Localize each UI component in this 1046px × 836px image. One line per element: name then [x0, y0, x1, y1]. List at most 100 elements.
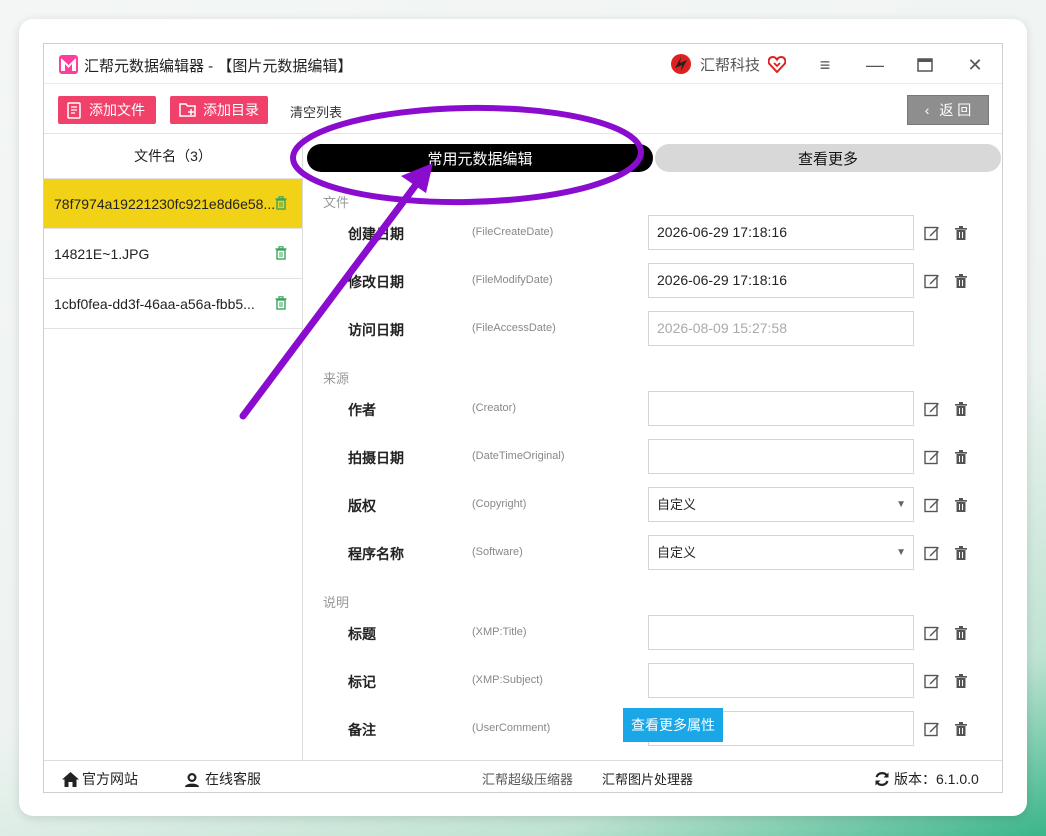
creator-input[interactable]: [648, 391, 914, 426]
file-name: 14821E~1.JPG: [54, 246, 150, 262]
software-select-value: 自定义: [657, 545, 697, 560]
home-icon: [62, 771, 79, 787]
add-file-icon: [67, 101, 81, 119]
app-window: 汇帮元数据编辑器 - 【图片元数据编辑】 汇帮科技 ≡ — ✕ 添加文件 添加目…: [43, 43, 1003, 793]
edit-icon[interactable]: [924, 225, 940, 241]
refresh-icon[interactable]: [874, 771, 890, 787]
field-label-create-date: 创建日期: [348, 226, 404, 242]
datetime-original-input[interactable]: [648, 439, 914, 474]
field-key-title: (XMP:Title): [472, 626, 527, 638]
field-key-access-date: (FileAccessDate): [472, 322, 556, 334]
section-source: 来源: [323, 371, 350, 386]
close-button[interactable]: ✕: [964, 54, 986, 76]
copyright-select[interactable]: 自定义 ▼: [648, 487, 914, 522]
trash-icon[interactable]: [953, 225, 969, 241]
trash-icon[interactable]: [953, 449, 969, 465]
file-list-item[interactable]: 78f7974a19221230fc921e8d6e58...: [44, 178, 302, 228]
version-number: 6.1.0.0: [936, 771, 979, 787]
toolbar: 添加文件 添加目录 清空列表 ‹ 返 回: [44, 85, 1002, 134]
dropdown-arrow-icon: ▼: [896, 547, 906, 558]
field-label-subject: 标记: [348, 674, 376, 690]
field-label-datetime-original: 拍摄日期: [348, 450, 404, 466]
trash-icon[interactable]: [953, 273, 969, 289]
copyright-select-value: 自定义: [657, 497, 697, 512]
trash-icon[interactable]: [275, 246, 287, 260]
customer-service-icon: [185, 772, 199, 787]
modify-date-input[interactable]: 2026-06-29 17:18:16: [648, 263, 914, 298]
tab-view-more[interactable]: 查看更多: [655, 144, 1001, 172]
field-label-access-date: 访问日期: [348, 322, 404, 338]
section-file: 文件: [323, 195, 350, 210]
app-logo-icon: [59, 55, 78, 74]
file-list: 文件名（3） 78f7974a19221230fc921e8d6e58... 1…: [44, 135, 303, 760]
brand: 汇帮科技: [670, 52, 787, 76]
trash-icon[interactable]: [953, 625, 969, 641]
view-more-properties-button[interactable]: 查看更多属性: [623, 708, 723, 742]
chevron-left-icon: ‹: [924, 102, 930, 118]
back-label: 返 回: [939, 102, 972, 118]
field-label-software: 程序名称: [348, 546, 404, 562]
version-label: 版本：: [894, 771, 936, 787]
online-service-link[interactable]: 在线客服: [184, 769, 261, 789]
back-button[interactable]: ‹ 返 回: [907, 95, 989, 125]
clear-list-button[interactable]: 清空列表: [290, 102, 342, 121]
official-website-link[interactable]: 官方网站: [62, 769, 138, 789]
edit-icon[interactable]: [924, 673, 940, 689]
trash-icon[interactable]: [275, 196, 287, 210]
field-label-copyright: 版权: [348, 498, 376, 514]
edit-icon[interactable]: [924, 449, 940, 465]
trash-icon[interactable]: [953, 545, 969, 561]
trash-icon[interactable]: [953, 401, 969, 417]
add-file-button[interactable]: 添加文件: [58, 96, 156, 124]
edit-icon[interactable]: [924, 273, 940, 289]
trash-icon[interactable]: [953, 497, 969, 513]
file-list-item[interactable]: 14821E~1.JPG: [44, 228, 302, 278]
menu-icon[interactable]: ≡: [814, 54, 836, 76]
title-input[interactable]: [648, 615, 914, 650]
version-info: 版本： 6.1.0.0: [874, 769, 979, 789]
field-key-copyright: (Copyright): [472, 498, 527, 510]
image-processor-link[interactable]: 汇帮图片处理器: [602, 769, 693, 788]
field-key-datetime-original: (DateTimeOriginal): [472, 450, 565, 462]
field-key-software: (Software): [472, 546, 523, 558]
access-date-input: 2026-08-09 15:27:58: [648, 311, 914, 346]
subject-input[interactable]: [648, 663, 914, 698]
maximize-button[interactable]: [914, 54, 936, 76]
field-key-create-date: (FileCreateDate): [472, 226, 554, 238]
file-list-divider: [44, 328, 302, 329]
official-website-label: 官方网站: [82, 771, 138, 787]
software-select[interactable]: 自定义 ▼: [648, 535, 914, 570]
edit-icon[interactable]: [924, 721, 940, 737]
create-date-input[interactable]: 2026-06-29 17:18:16: [648, 215, 914, 250]
edit-icon[interactable]: [924, 545, 940, 561]
title-bar: 汇帮元数据编辑器 - 【图片元数据编辑】 汇帮科技 ≡ — ✕: [44, 44, 1002, 84]
add-directory-label: 添加目录: [203, 102, 259, 118]
compressor-link[interactable]: 汇帮超级压缩器: [482, 769, 573, 788]
field-key-modify-date: (FileModifyDate): [472, 274, 553, 286]
field-key-creator: (Creator): [472, 402, 517, 414]
trash-icon[interactable]: [953, 673, 969, 689]
field-label-title: 标题: [348, 626, 376, 642]
tab-common-metadata[interactable]: 常用元数据编辑: [307, 144, 653, 172]
add-folder-icon: [179, 103, 196, 117]
brand-logo-icon: [671, 54, 691, 74]
brand-name: 汇帮科技: [700, 56, 761, 74]
file-list-header: 文件名（3）: [134, 148, 212, 164]
edit-icon[interactable]: [924, 625, 940, 641]
file-list-item[interactable]: 1cbf0fea-dd3f-46aa-a56a-fbb5...: [44, 278, 302, 328]
online-service-label: 在线客服: [205, 771, 261, 787]
heart-icon[interactable]: [768, 55, 787, 73]
file-name: 1cbf0fea-dd3f-46aa-a56a-fbb5...: [54, 296, 255, 312]
minimize-button[interactable]: —: [864, 54, 886, 76]
edit-icon[interactable]: [924, 497, 940, 513]
section-description: 说明: [323, 595, 350, 610]
trash-icon[interactable]: [275, 296, 287, 310]
footer: 官方网站 在线客服 汇帮超级压缩器 汇帮图片处理器 版本： 6.1.0.0: [44, 760, 1002, 792]
field-label-modify-date: 修改日期: [348, 274, 404, 290]
trash-icon[interactable]: [953, 721, 969, 737]
add-directory-button[interactable]: 添加目录: [170, 96, 268, 124]
field-key-subject: (XMP:Subject): [472, 674, 543, 686]
edit-icon[interactable]: [924, 401, 940, 417]
field-key-user-comment: (UserComment): [472, 722, 551, 734]
field-label-creator: 作者: [348, 402, 376, 418]
